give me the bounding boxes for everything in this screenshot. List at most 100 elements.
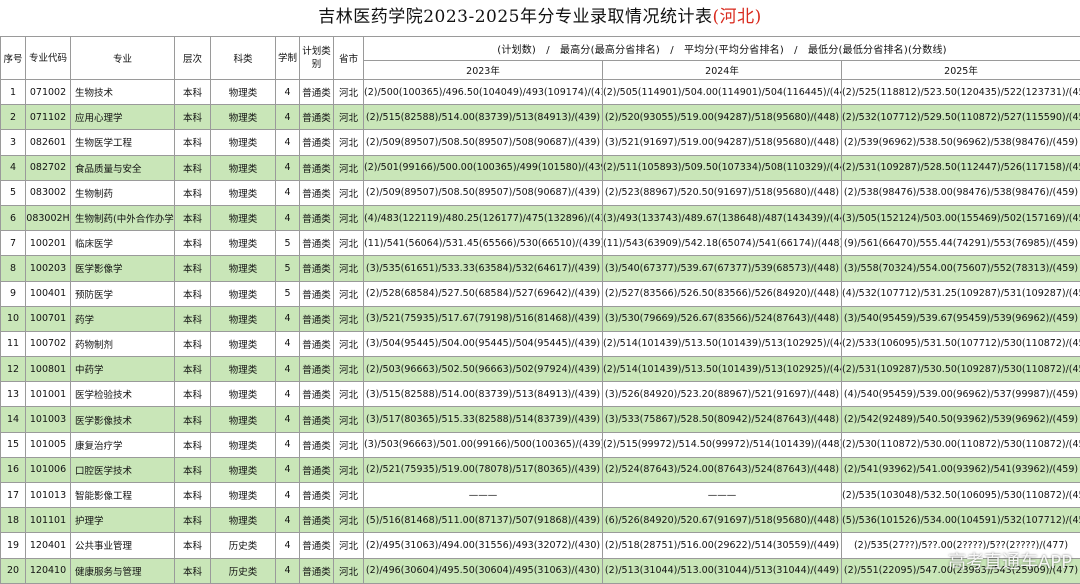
- cell-code: 101003: [26, 407, 71, 432]
- table-row: 2071102应用心理学本科物理类4普通类河北(2)/515(82588)/51…: [1, 105, 1080, 130]
- cell-major: 生物制药(中外合作办学): [71, 205, 175, 230]
- cell-seq: 12: [1, 357, 26, 382]
- cell-2025: (3)/505(152124)/503.00(155469)/502(15716…: [842, 205, 1080, 230]
- cell-plan-type: 普通类: [300, 80, 334, 105]
- cell-code: 071102: [26, 105, 71, 130]
- cell-years: 4: [276, 432, 300, 457]
- cell-plan-type: 普通类: [300, 508, 334, 533]
- cell-2024: (2)/527(83566)/526.50(83566)/526(84920)/…: [603, 281, 842, 306]
- cell-seq: 10: [1, 306, 26, 331]
- cell-plan-type: 普通类: [300, 432, 334, 457]
- cell-plan-type: 普通类: [300, 331, 334, 356]
- cell-2023: (2)/509(89507)/508.50(89507)/508(90687)/…: [364, 180, 603, 205]
- cell-seq: 8: [1, 256, 26, 281]
- table-row: 20120410健康服务与管理本科历史类4普通类河北(2)/496(30604)…: [1, 558, 1080, 583]
- cell-2023: (2)/501(99166)/500.00(100365)/499(101580…: [364, 155, 603, 180]
- cell-2023: (4)/483(122119)/480.25(126177)/475(13289…: [364, 205, 603, 230]
- cell-code: 100201: [26, 231, 71, 256]
- cell-years: 4: [276, 331, 300, 356]
- cell-seq: 16: [1, 457, 26, 482]
- cell-2024: (6)/526(84920)/520.67(91697)/518(95680)/…: [603, 508, 842, 533]
- cell-years: 4: [276, 508, 300, 533]
- cell-plan-type: 普通类: [300, 483, 334, 508]
- table-row: 8100203医学影像学本科物理类5普通类河北(3)/535(61651)/53…: [1, 256, 1080, 281]
- cell-seq: 5: [1, 180, 26, 205]
- cell-level: 本科: [175, 306, 211, 331]
- cell-code: 120401: [26, 533, 71, 558]
- header-years: 学制: [276, 37, 300, 80]
- cell-major: 药学: [71, 306, 175, 331]
- cell-2024: (2)/515(99972)/514.50(99972)/514(101439)…: [603, 432, 842, 457]
- cell-plan-type: 普通类: [300, 382, 334, 407]
- cell-subject: 物理类: [211, 281, 276, 306]
- watermark: 高考直通车APP: [948, 548, 1072, 574]
- cell-subject: 物理类: [211, 80, 276, 105]
- table-row: 14101003医学影像技术本科物理类4普通类河北(3)/517(80365)/…: [1, 407, 1080, 432]
- cell-subject: 物理类: [211, 180, 276, 205]
- cell-years: 5: [276, 256, 300, 281]
- cell-2025: (2)/531(109287)/530.50(109287)/530(11087…: [842, 357, 1080, 382]
- cell-2024: (2)/513(31044)/513.00(31044)/513(31044)/…: [603, 558, 842, 583]
- cell-2025: (2)/539(96962)/538.50(96962)/538(98476)/…: [842, 130, 1080, 155]
- cell-seq: 7: [1, 231, 26, 256]
- table-row: 7100201临床医学本科物理类5普通类河北(11)/541(56064)/53…: [1, 231, 1080, 256]
- cell-province: 河北: [334, 508, 364, 533]
- cell-level: 本科: [175, 533, 211, 558]
- cell-2025: (2)/542(92489)/540.50(93962)/539(96962)/…: [842, 407, 1080, 432]
- cell-2023: (3)/535(61651)/533.33(63584)/532(64617)/…: [364, 256, 603, 281]
- cell-province: 河北: [334, 306, 364, 331]
- cell-code: 101013: [26, 483, 71, 508]
- cell-level: 本科: [175, 432, 211, 457]
- table-row: 6083002H生物制药(中外合作办学)本科物理类4普通类河北(4)/483(1…: [1, 205, 1080, 230]
- cell-plan-type: 普通类: [300, 558, 334, 583]
- table-row: 18101101护理学本科物理类4普通类河北(5)/516(81468)/511…: [1, 508, 1080, 533]
- cell-code: 082601: [26, 130, 71, 155]
- cell-subject: 物理类: [211, 256, 276, 281]
- cell-years: 4: [276, 155, 300, 180]
- cell-subject: 物理类: [211, 407, 276, 432]
- cell-level: 本科: [175, 382, 211, 407]
- cell-province: 河北: [334, 357, 364, 382]
- cell-province: 河北: [334, 281, 364, 306]
- cell-province: 河北: [334, 205, 364, 230]
- table-row: 3082601生物医学工程本科物理类4普通类河北(2)/509(89507)/5…: [1, 130, 1080, 155]
- cell-province: 河北: [334, 457, 364, 482]
- cell-2023: (11)/541(56064)/531.45(65566)/530(66510)…: [364, 231, 603, 256]
- table-row: 17101013智能影像工程本科物理类4普通类河北——————(2)/535(1…: [1, 483, 1080, 508]
- cell-plan-type: 普通类: [300, 205, 334, 230]
- table-row: 11100702药物制剂本科物理类4普通类河北(3)/504(95445)/50…: [1, 331, 1080, 356]
- cell-plan-type: 普通类: [300, 155, 334, 180]
- cell-seq: 13: [1, 382, 26, 407]
- cell-2023: (2)/528(68584)/527.50(68584)/527(69642)/…: [364, 281, 603, 306]
- cell-major: 医学影像技术: [71, 407, 175, 432]
- cell-plan-type: 普通类: [300, 231, 334, 256]
- cell-2025: (4)/540(95459)/539.00(96962)/537(99987)/…: [842, 382, 1080, 407]
- header-plan-type: 计划类别: [300, 37, 334, 80]
- cell-seq: 4: [1, 155, 26, 180]
- cell-code: 100801: [26, 357, 71, 382]
- cell-2025: (2)/530(110872)/530.00(110872)/530(11087…: [842, 432, 1080, 457]
- cell-subject: 物理类: [211, 130, 276, 155]
- cell-major: 健康服务与管理: [71, 558, 175, 583]
- cell-2023: (5)/516(81468)/511.00(87137)/507(91868)/…: [364, 508, 603, 533]
- cell-major: 生物制药: [71, 180, 175, 205]
- table-row: 9100401预防医学本科物理类5普通类河北(2)/528(68584)/527…: [1, 281, 1080, 306]
- cell-province: 河北: [334, 407, 364, 432]
- cell-subject: 物理类: [211, 432, 276, 457]
- cell-plan-type: 普通类: [300, 533, 334, 558]
- cell-years: 4: [276, 382, 300, 407]
- header-2025: 2025年: [842, 61, 1080, 80]
- cell-seq: 19: [1, 533, 26, 558]
- cell-subject: 物理类: [211, 331, 276, 356]
- cell-2024: (2)/524(87643)/524.00(87643)/524(87643)/…: [603, 457, 842, 482]
- admission-table: 序号 专业代码 专业 层次 科类 学制 计划类别 省市 (计划数) / 最高分(…: [0, 36, 1080, 584]
- cell-2024: (3)/533(75867)/528.50(80942)/524(87643)/…: [603, 407, 842, 432]
- cell-years: 4: [276, 357, 300, 382]
- cell-plan-type: 普通类: [300, 281, 334, 306]
- cell-2023: (2)/500(100365)/496.50(104049)/493(10917…: [364, 80, 603, 105]
- cell-plan-type: 普通类: [300, 256, 334, 281]
- cell-2025: (9)/561(66470)/555.44(74291)/553(76985)/…: [842, 231, 1080, 256]
- cell-province: 河北: [334, 80, 364, 105]
- table-title: 吉林医药学院2023-2025年分专业录取情况统计表(河北): [0, 0, 1080, 36]
- cell-major: 预防医学: [71, 281, 175, 306]
